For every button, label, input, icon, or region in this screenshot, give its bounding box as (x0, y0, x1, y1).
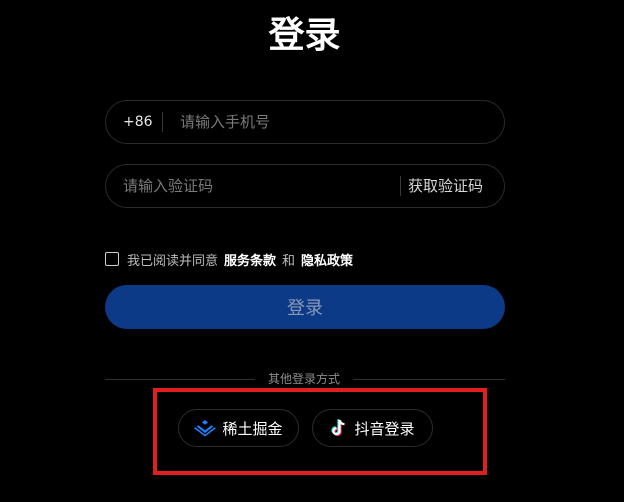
juejin-login-button[interactable]: 稀土掘金 (178, 409, 299, 447)
agreement-row: 我已阅读并同意 服务条款 和 隐私政策 (105, 250, 359, 269)
douyin-login-button[interactable]: 抖音登录 (312, 409, 433, 447)
divider-right (353, 379, 505, 380)
juejin-login-label: 稀土掘金 (222, 419, 283, 438)
prefix-divider (162, 112, 163, 132)
terms-link[interactable]: 服务条款 (224, 250, 276, 269)
privacy-link[interactable]: 隐私政策 (301, 250, 353, 269)
divider-left (105, 379, 255, 380)
login-button[interactable]: 登录 (105, 285, 505, 329)
agreement-checkbox[interactable] (105, 252, 119, 266)
agreement-text: 我已阅读并同意 (127, 253, 219, 269)
verification-code-input[interactable] (123, 165, 393, 207)
code-field: 获取验证码 (105, 164, 505, 208)
get-code-button[interactable]: 获取验证码 (408, 165, 483, 207)
juejin-icon (194, 420, 217, 437)
phone-field: +86 (105, 100, 505, 144)
douyin-login-label: 抖音登录 (354, 419, 415, 438)
other-login-label: 其他登录方式 (267, 372, 340, 386)
phone-input[interactable] (180, 101, 480, 143)
country-code-prefix[interactable]: +86 (123, 101, 153, 143)
douyin-icon (331, 419, 346, 437)
agreement-and: 和 (282, 253, 296, 269)
code-divider (400, 176, 401, 196)
page-title: 登录 (268, 15, 341, 56)
